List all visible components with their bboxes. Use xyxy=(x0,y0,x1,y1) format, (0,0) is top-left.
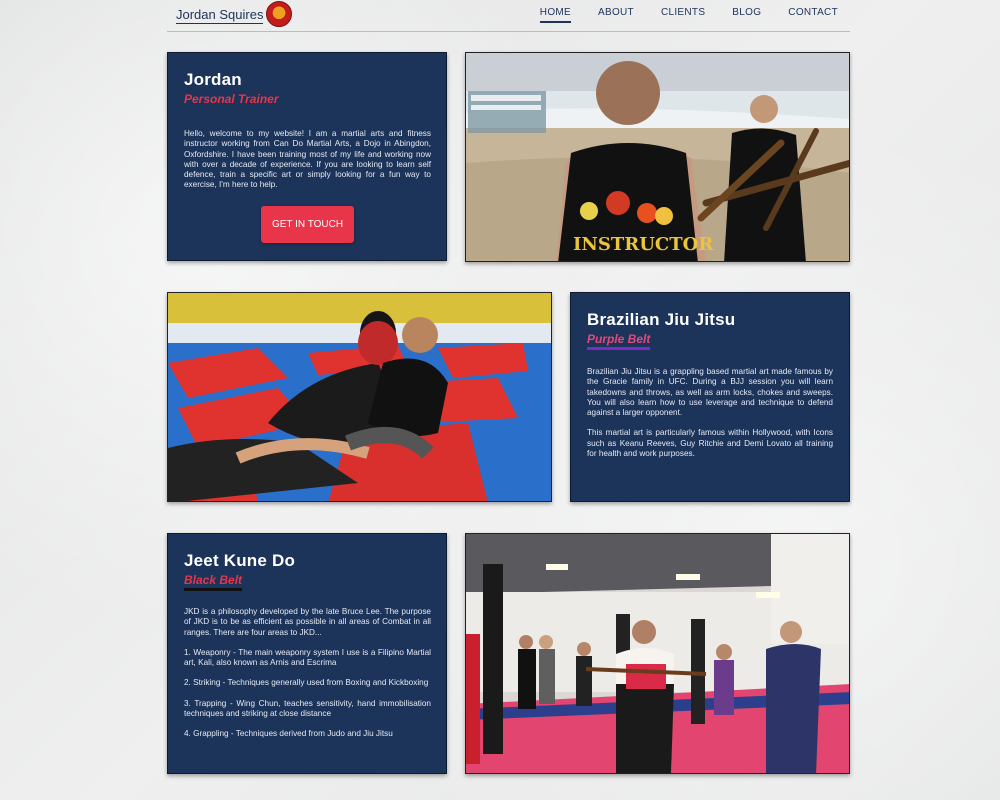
bjj-card: Brazilian Jiu Jitsu Purple Belt Brazilia… xyxy=(570,292,850,502)
intro-text: Hello, welcome to my website! I am a mar… xyxy=(184,129,431,190)
jkd-subtitle: Black Belt xyxy=(184,573,243,591)
brand-link[interactable]: Jordan Squires xyxy=(176,7,264,24)
bjj-paragraph-1: Brazilian Jiu Jitsu is a grappling based… xyxy=(587,367,833,418)
jkd-paragraph-1: JKD is a philosophy developed by the lat… xyxy=(184,607,431,637)
intro-title: Jordan xyxy=(184,70,242,89)
jkd-paragraph-4: 3. Trapping - Wing Chun, teaches sensiti… xyxy=(184,698,431,719)
jkd-paragraph-2: 1. Weaponry - The main weaponry system I… xyxy=(184,647,431,668)
jkd-title: Jeet Kune Do xyxy=(184,551,296,570)
intro-card: Jordan Personal Trainer Hello, welcome t… xyxy=(167,52,447,261)
top-nav: Jordan Squires HOME ABOUT CLIENTS BLOG C… xyxy=(167,0,850,32)
bjj-title: Brazilian Jiu Jitsu xyxy=(587,310,736,329)
instructor-shirt-text: INSTRUCTOR xyxy=(573,234,714,255)
nav-blog[interactable]: BLOG xyxy=(732,7,761,23)
bjj-training-image xyxy=(168,293,551,501)
beach-training-image: INSTRUCTOR xyxy=(466,53,849,261)
nav-about[interactable]: ABOUT xyxy=(598,7,634,23)
nav-contact[interactable]: CONTACT xyxy=(788,7,838,23)
intro-subtitle: Personal Trainer xyxy=(184,92,279,106)
beach-training-photo: INSTRUCTOR xyxy=(465,52,850,262)
nav-home[interactable]: HOME xyxy=(539,7,571,23)
get-in-touch-button[interactable]: GET IN TOUCH xyxy=(261,205,354,243)
dojo-class-image xyxy=(466,534,849,773)
bjj-paragraph-2: This martial art is particularly famous … xyxy=(587,428,833,459)
nav-clients[interactable]: CLIENTS xyxy=(661,7,705,23)
jkd-paragraph-5: 4. Grappling - Techniques derived from J… xyxy=(184,729,393,739)
bjj-subtitle: Purple Belt xyxy=(587,332,651,350)
dojo-class-photo xyxy=(465,533,850,774)
logo-icon[interactable] xyxy=(266,1,292,27)
nav-menu: HOME ABOUT CLIENTS BLOG CONTACT xyxy=(539,7,838,23)
jkd-card: Jeet Kune Do Black Belt JKD is a philoso… xyxy=(167,533,447,774)
bjj-photo xyxy=(167,292,552,502)
jkd-paragraph-3: 2. Striking - Techniques generally used … xyxy=(184,678,429,688)
